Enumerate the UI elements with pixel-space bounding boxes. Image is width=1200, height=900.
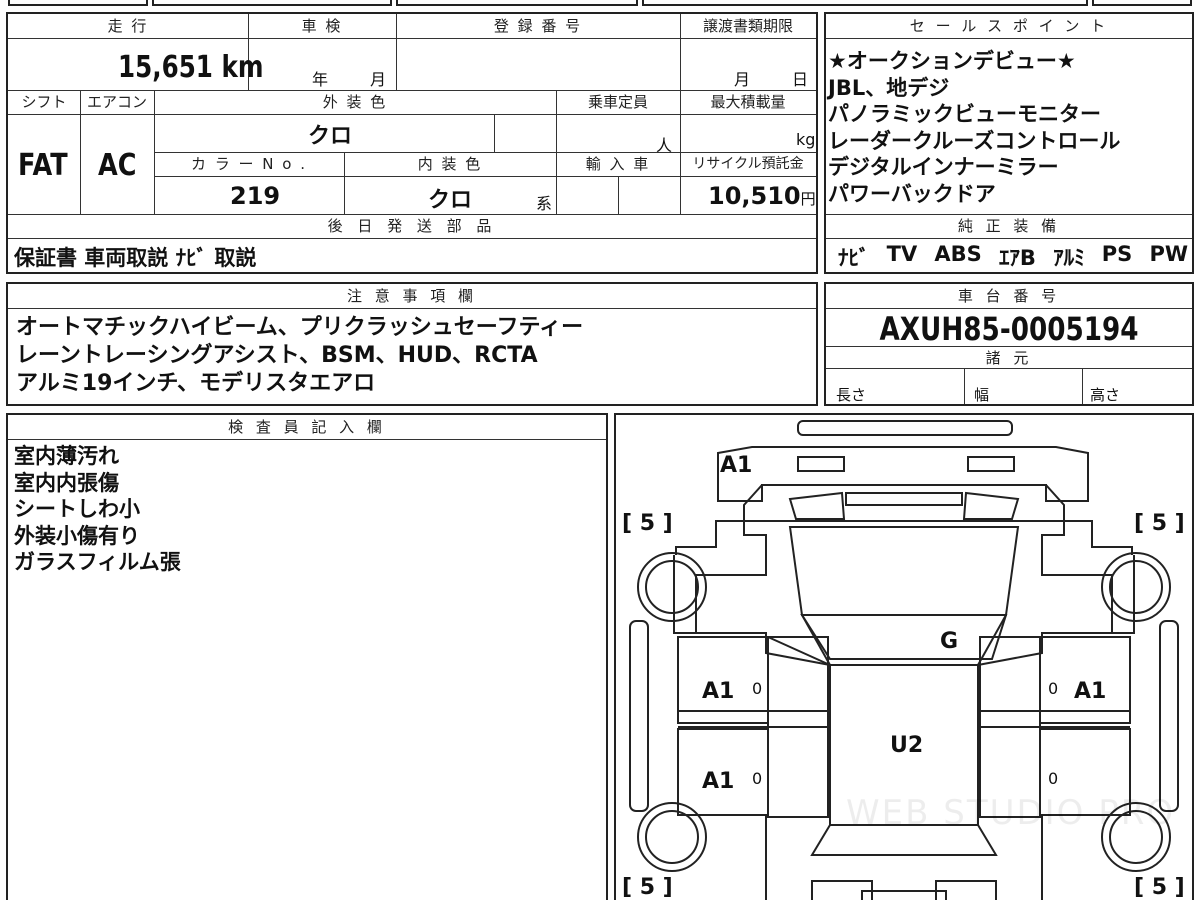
chassis-number: AXUH85-0005194 [879, 310, 1139, 348]
top-strip [0, 0, 1200, 8]
interior-color-value: クロ [428, 188, 473, 213]
equipment-item: PS [1101, 242, 1133, 266]
front-bumper-grade: A1 [720, 453, 753, 478]
inspector-box: 検 査 員 記 入 欄 室内薄汚れ 室内内張傷 シートしわ小 外装小傷有り ガラ… [6, 413, 608, 900]
notes-box: 注 意 事 項 欄 オートマチックハイビーム、プリクラッシュセーフティー レーン… [6, 282, 818, 406]
inspector-note: 室内内張傷 [14, 470, 119, 495]
door-zero-mark: 0 [1048, 769, 1059, 788]
left-front-door-grade: A1 [702, 679, 735, 704]
equipment-item: ｴｱB [998, 246, 1036, 270]
vehicle-info-table: 走 行 車 検 登 録 番 号 譲渡書類期限 15,651 km 年 月 月 日… [6, 12, 818, 274]
equipment-item: ﾅﾋﾞ [838, 246, 870, 270]
windshield-grade: G [940, 629, 959, 654]
sales-points-label: セ ー ル ス ポ イ ン ト [909, 17, 1109, 35]
sales-point: レーダークルーズコントロール [828, 128, 1121, 153]
chassis-label: 車 台 番 号 [957, 287, 1061, 305]
notes-label: 注 意 事 項 欄 [346, 287, 478, 305]
mileage-label: 走 行 [107, 17, 149, 35]
door-zero-mark: 0 [752, 679, 763, 698]
inspector-note: ガラスフィルム張 [14, 550, 181, 574]
ac-value: AC [98, 148, 137, 183]
height-label: 高さ [1090, 386, 1121, 404]
shift-label: シフト [21, 93, 67, 111]
door-zero-mark: 0 [752, 769, 763, 788]
shift-value: FAT [18, 148, 68, 183]
tire-grade-rear-right: [ 5 ] [1134, 875, 1185, 900]
equipment-item: ｱﾙﾐ [1053, 246, 1085, 270]
inspector-note: シートしわ小 [14, 497, 140, 521]
tire-grade-rear-left: [ 5 ] [622, 875, 673, 900]
tire-grade-front-left: [ 5 ] [622, 511, 673, 536]
sales-point: パワーバックドア [828, 181, 996, 206]
watermark: WEB STUDIO PRO [846, 793, 1176, 833]
length-label: 長さ [836, 386, 867, 404]
sales-points-list: ★オークションデビュー★ JBL、地デジ パノラミックビューモニター レーダーク… [828, 48, 1120, 207]
right-front-door-grade: A1 [1074, 679, 1107, 704]
note-line: アルミ19インチ、モデリスタエアロ [16, 371, 376, 396]
mileage-value: 15,651 km [118, 50, 264, 85]
color-no-value: 219 [230, 182, 281, 210]
tire-grade-front-right: [ 5 ] [1134, 511, 1185, 536]
inspection-year: 年 [312, 70, 329, 89]
left-rear-door-grade: A1 [702, 769, 735, 794]
inspection-label: 車 検 [301, 17, 343, 35]
door-zero-mark: 0 [1048, 679, 1059, 698]
sales-points-box: セ ー ル ス ポ イ ン ト ★オークションデビュー★ JBL、地デジ パノラ… [824, 12, 1194, 274]
registration-label: 登 録 番 号 [493, 17, 583, 35]
inspector-note: 外装小傷有り [14, 523, 140, 548]
inspector-notes: 室内薄汚れ 室内内張傷 シートしわ小 外装小傷有り ガラスフィルム張 [14, 443, 181, 576]
equipment-item: ABS [934, 242, 982, 266]
interior-color-suffix: 系 [536, 194, 553, 213]
max-load-unit: kg [796, 130, 816, 149]
equipment-label: 純 正 装 備 [957, 217, 1061, 235]
color-no-label: カ ラ ー N o . [190, 155, 307, 173]
note-line: レーントレーシングアシスト、BSM、HUD、RCTA [16, 343, 538, 368]
chassis-box: 車 台 番 号 AXUH85-0005194 諸 元 長さ 幅 高さ [824, 282, 1194, 406]
sales-point: パノラミックビューモニター [828, 102, 1101, 126]
recycle-value: 10,510円 [708, 182, 816, 210]
width-label: 幅 [974, 386, 990, 404]
sales-point: ★オークションデビュー★ [828, 49, 1076, 73]
capacity-label: 乗車定員 [587, 93, 648, 111]
ac-label: エアコン [86, 93, 147, 111]
later-parts-value: 保証書 車両取説 ﾅﾋﾞ 取説 [14, 246, 257, 270]
roof-grade: U2 [890, 733, 924, 758]
recycle-label: リサイクル預託金 [692, 156, 804, 172]
later-parts-label: 後 日 発 送 部 品 [327, 217, 497, 235]
exterior-color-value: クロ [308, 124, 353, 149]
equipment-item: PW [1149, 242, 1188, 266]
transfer-day: 日 [792, 70, 809, 89]
inspection-month: 月 [370, 70, 387, 89]
note-line: オートマチックハイビーム、プリクラッシュセーフティー [16, 315, 584, 340]
transfer-month: 月 [734, 70, 751, 89]
interior-color-label: 内 装 色 [417, 155, 483, 173]
damage-diagram-box: A1 [ 5 ] [ 5 ] [ 5 ] [ 5 ] G U2 A1 A1 A1… [614, 413, 1194, 900]
max-load-label: 最大積載量 [710, 93, 786, 111]
exterior-color-label: 外 装 色 [322, 93, 388, 111]
equipment-item: TV [886, 242, 918, 266]
import-label: 輸 入 車 [585, 155, 651, 173]
inspector-label: 検 査 員 記 入 欄 [228, 418, 386, 436]
specs-label: 諸 元 [985, 349, 1033, 367]
transfer-deadline-label: 譲渡書類期限 [702, 17, 793, 35]
inspector-note: 室内薄汚れ [14, 444, 119, 468]
notes-list: オートマチックハイビーム、プリクラッシュセーフティー レーントレーシングアシスト… [16, 314, 583, 398]
sales-point: JBL、地デジ [828, 75, 950, 100]
sales-point: デジタルインナーミラー [828, 155, 1059, 179]
equipment-list: ﾅﾋﾞ TV ABS ｴｱB ｱﾙﾐ PS PW [838, 242, 1188, 272]
